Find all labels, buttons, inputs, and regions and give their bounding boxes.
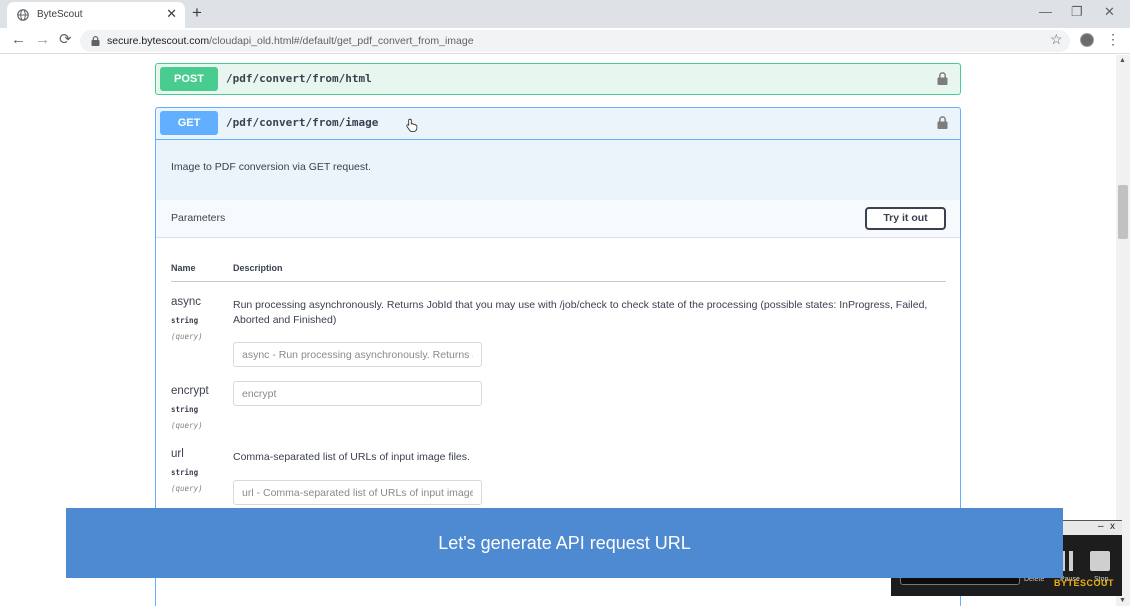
parameter-name: url bbox=[171, 448, 184, 460]
tab-title: ByteScout bbox=[37, 9, 83, 20]
parameter-location: (query) bbox=[171, 421, 203, 430]
operation-path: /pdf/convert/from/html bbox=[226, 72, 372, 85]
minimize-icon[interactable]: — bbox=[1039, 4, 1052, 20]
method-badge-get: GET bbox=[160, 111, 218, 135]
restore-icon[interactable]: ❐ bbox=[1071, 4, 1083, 20]
url-parameter-input[interactable] bbox=[233, 480, 482, 505]
caption-banner: Let's generate API request URL bbox=[66, 508, 1063, 578]
scrollbar-thumb[interactable] bbox=[1118, 185, 1128, 239]
parameter-type: string bbox=[171, 468, 199, 477]
tab-close-icon[interactable]: ✕ bbox=[166, 7, 177, 21]
parameter-description: Run processing asynchronously. Returns J… bbox=[233, 299, 928, 326]
header-divider bbox=[171, 281, 946, 282]
back-icon[interactable]: ← bbox=[11, 32, 26, 48]
scroll-down-icon[interactable]: ▼ bbox=[1119, 597, 1126, 604]
parameter-type: string bbox=[171, 316, 199, 325]
bookmark-star-icon[interactable]: ☆ bbox=[1050, 31, 1063, 48]
recorder-minimize-icon[interactable]: – bbox=[1098, 521, 1104, 533]
lock-icon[interactable] bbox=[937, 72, 948, 85]
lock-icon[interactable] bbox=[937, 116, 948, 129]
parameters-title: Parameters bbox=[171, 212, 226, 224]
url-input[interactable]: secure.bytescout.com/cloudapi_old.html#/… bbox=[80, 30, 1070, 52]
method-badge-post: POST bbox=[160, 67, 218, 91]
reload-icon[interactable]: ⟳ bbox=[59, 32, 72, 48]
profile-avatar[interactable] bbox=[1080, 33, 1094, 47]
operation-path: /pdf/convert/from/image bbox=[226, 116, 379, 129]
stop-icon[interactable] bbox=[1090, 551, 1110, 571]
parameter-name: encrypt bbox=[171, 385, 209, 397]
encrypt-input[interactable] bbox=[233, 381, 482, 406]
hand-cursor-icon bbox=[406, 118, 418, 132]
scroll-up-icon[interactable]: ▲ bbox=[1119, 57, 1126, 64]
post-operation[interactable]: POST /pdf/convert/from/html bbox=[155, 63, 961, 95]
window-close-icon[interactable]: ✕ bbox=[1104, 4, 1115, 20]
parameter-location: (query) bbox=[171, 484, 203, 493]
caption-text: Let's generate API request URL bbox=[438, 533, 691, 553]
operation-description: Image to PDF conversion via GET request. bbox=[171, 161, 371, 173]
url-path: /cloudapi_old.html#/default/get_pdf_conv… bbox=[209, 35, 474, 47]
try-it-out-button[interactable]: Try it out bbox=[865, 207, 946, 230]
globe-icon bbox=[17, 9, 29, 21]
forward-icon[interactable]: → bbox=[35, 32, 50, 48]
url-host: secure.bytescout.com bbox=[107, 35, 210, 47]
column-header-name: Name bbox=[171, 263, 196, 273]
get-operation-header[interactable]: GET /pdf/convert/from/image bbox=[156, 108, 960, 140]
parameter-location: (query) bbox=[171, 332, 203, 341]
parameter-name: async bbox=[171, 296, 202, 308]
recorder-close-icon[interactable]: x bbox=[1110, 521, 1115, 533]
column-header-description: Description bbox=[233, 263, 283, 273]
browser-tab[interactable]: ByteScout ✕ bbox=[7, 2, 185, 28]
recorder-titlebar: – x bbox=[1063, 521, 1122, 535]
browser-menu-icon[interactable]: ⋮ bbox=[1106, 31, 1120, 48]
url-text: secure.bytescout.com/cloudapi_old.html#/… bbox=[107, 35, 474, 47]
browser-tab-bar: ByteScout ✕ + — ❐ ✕ bbox=[0, 0, 1130, 28]
lock-icon bbox=[91, 36, 100, 46]
async-input[interactable] bbox=[233, 342, 482, 367]
recorder-brand-logo: BYTESCOUT bbox=[1054, 578, 1115, 588]
address-bar: ← → ⟳ secure.bytescout.com/cloudapi_old.… bbox=[0, 28, 1130, 54]
parameter-description: Comma-separated list of URLs of input im… bbox=[233, 451, 470, 463]
new-tab-icon[interactable]: + bbox=[192, 4, 202, 22]
parameter-type: string bbox=[171, 405, 199, 414]
parameters-header: Parameters Try it out bbox=[156, 200, 960, 237]
